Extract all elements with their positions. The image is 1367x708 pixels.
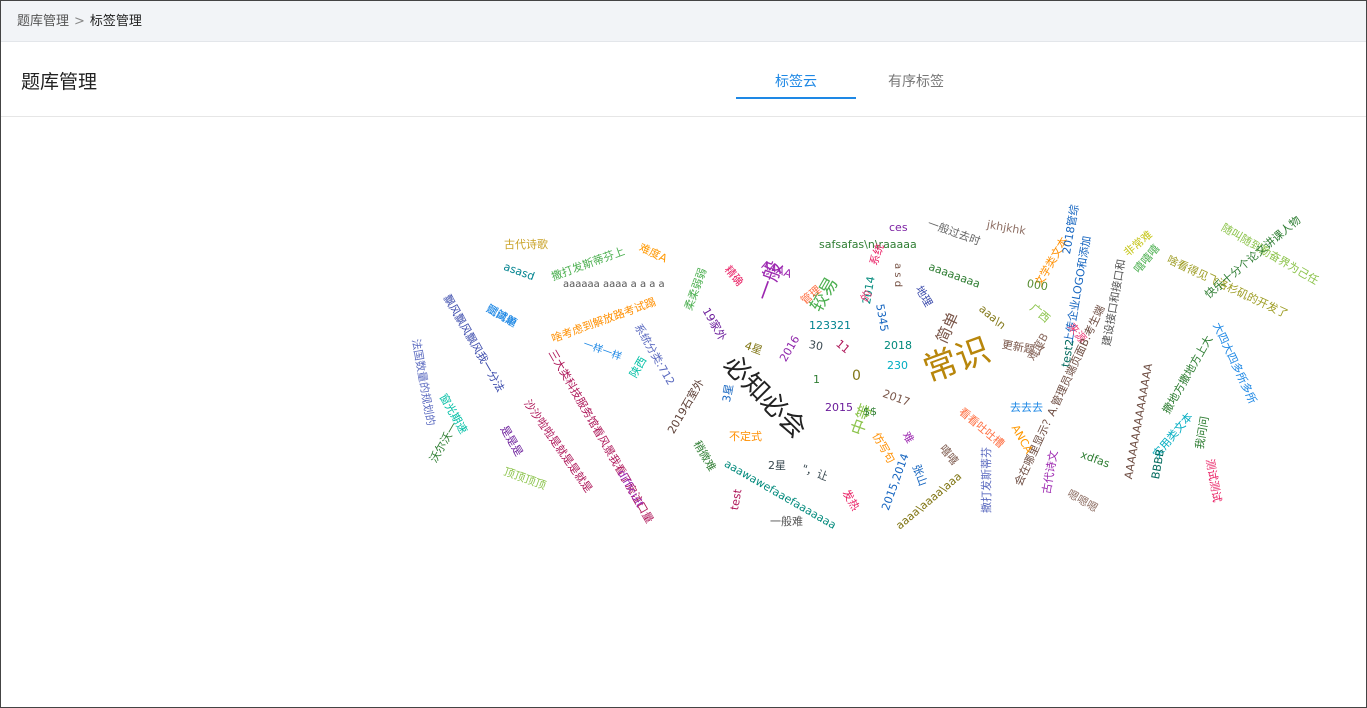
tag-item[interactable]: 测试测试 (1203, 458, 1223, 504)
tag-item[interactable]: aaaa\aaaa\aaa (893, 470, 964, 532)
tag-item[interactable]: 2017 (881, 387, 912, 409)
tag-item[interactable]: 2016 (777, 333, 802, 364)
tag-item[interactable]: 去去去 (1010, 402, 1043, 413)
tag-item[interactable]: 一般过去时 (926, 217, 982, 248)
breadcrumb: 题库管理 > 标签管理 (1, 1, 1366, 42)
tag-item[interactable]: 精确 (722, 263, 746, 288)
tag-item[interactable]: 难度A (637, 241, 669, 265)
tag-item[interactable]: 仿写句 (870, 431, 898, 466)
tag-item[interactable]: 我问问 (1193, 415, 1212, 450)
tag-item[interactable]: 撒打发斯蒂芬上 (550, 245, 627, 284)
tag-item[interactable]: 撒打发斯蒂芬 (980, 447, 993, 513)
breadcrumb-parent[interactable]: 题库管理 (17, 14, 69, 29)
tag-item[interactable]: 4星 (743, 339, 764, 357)
tag-item[interactable]: 嗯嗯嗯 (1065, 487, 1100, 515)
tag-item[interactable]: 11 (833, 337, 852, 356)
tag-item[interactable]: asasd (502, 260, 536, 283)
tag-item[interactable]: 陕西 (627, 354, 649, 380)
breadcrumb-separator: > (74, 14, 85, 29)
tag-item[interactable]: "，让 (800, 462, 830, 483)
tag-item[interactable]: 稍微难 (691, 439, 719, 474)
breadcrumb-current: 标签管理 (89, 14, 142, 29)
tag-item[interactable]: 难度B (1025, 331, 1051, 363)
tag-item[interactable]: 广西 (1027, 301, 1052, 325)
tag-item[interactable]: 123321 (809, 320, 851, 331)
tag-item[interactable]: 30 (808, 338, 824, 353)
tag-item[interactable]: 不定式 (729, 431, 762, 442)
tag-item[interactable]: 地理 (913, 284, 935, 310)
tag-item[interactable]: jkhjkhk (986, 218, 1027, 238)
tag-item[interactable]: 一样一样 (582, 339, 623, 363)
tag-item[interactable]: 发热 (840, 488, 862, 514)
tag-item[interactable]: 0 (852, 369, 861, 383)
tag-item[interactable]: 顶顶顶顶 (502, 465, 548, 492)
tag-item[interactable]: 一般难 (770, 516, 803, 527)
tag-item[interactable]: 是是是 (498, 424, 526, 459)
tag-item[interactable]: 19家外 (700, 306, 729, 344)
tag-item[interactable]: safsafas\n\raaaaa (819, 239, 917, 250)
page-header: 题库管理 标签云 有序标签 (1, 43, 1366, 117)
tag-item[interactable]: 赋简单 (484, 302, 519, 330)
tag-item[interactable]: 嘻嘻 (937, 442, 961, 467)
tag-item[interactable]: 000 (1026, 277, 1049, 293)
tab-tag-cloud[interactable]: 标签云 (736, 71, 856, 91)
tag-item[interactable]: 柔柔弱弱 (682, 266, 709, 312)
tag-item[interactable]: ces (889, 222, 908, 233)
tag-item[interactable]: $$ (863, 406, 877, 417)
tag-item[interactable]: ANCA (1009, 423, 1036, 456)
tag-item[interactable]: AAAAAAAAAAAAAAA (1122, 362, 1155, 480)
tag-item[interactable]: 2019石室外 (665, 377, 707, 436)
tag-item[interactable]: aaaaaaaa (927, 260, 982, 291)
tag-item[interactable]: 建设接口和接口和 (1100, 258, 1128, 347)
tag-item[interactable]: 2018 (884, 340, 912, 351)
tag-item[interactable]: 张山 (910, 463, 930, 488)
tag-item[interactable]: 法国数量的规划的 (409, 338, 437, 427)
tag-item[interactable]: 5345 (873, 303, 891, 333)
tag-item[interactable]: 撒地方撒地方上大 (1160, 333, 1215, 416)
tag-item[interactable]: 古代诗文 (1040, 449, 1060, 495)
tag-item[interactable]: 难 (900, 430, 917, 446)
tag-item[interactable]: 230 (887, 360, 908, 371)
tag-cloud: 常识 必知必会 一般 较易 简单 中等 古代诗歌 撒打发斯蒂芬上 难度A asasd aaaaaa … (1, 118, 1366, 707)
tag-item[interactable]: a s d (892, 263, 903, 287)
page-title: 题库管理 (21, 71, 98, 93)
tag-item[interactable]: 2星 (768, 460, 786, 471)
tag-item[interactable]: 3星 (720, 383, 736, 403)
tag-item[interactable]: 大四大四多所多所 (1210, 321, 1259, 406)
tab-ordered-tags[interactable]: 有序标签 (856, 71, 976, 91)
tag-item[interactable]: 2015 (825, 402, 853, 413)
tag-item[interactable]: BBBB (1149, 448, 1167, 480)
tag-item[interactable]: aaaaaa aaaa a a a a (563, 280, 665, 290)
tag-item[interactable]: 古代诗歌 (504, 239, 548, 250)
tag-item[interactable]: 常识 (918, 330, 996, 391)
app-frame: 题库管理 > 标签管理 题库管理 标签云 有序标签 常识 必知必会 一般 较易 简单 中等 古代… (0, 0, 1367, 708)
active-tab-indicator (736, 97, 856, 99)
tag-item[interactable]: 1 (813, 374, 820, 385)
tag-item[interactable]: 看看吐吐槽 (956, 405, 1006, 450)
tag-item[interactable]: xdfas (1079, 448, 1111, 470)
tag-item[interactable]: test (728, 488, 744, 511)
tag-item[interactable]: aaa\n (976, 302, 1008, 332)
